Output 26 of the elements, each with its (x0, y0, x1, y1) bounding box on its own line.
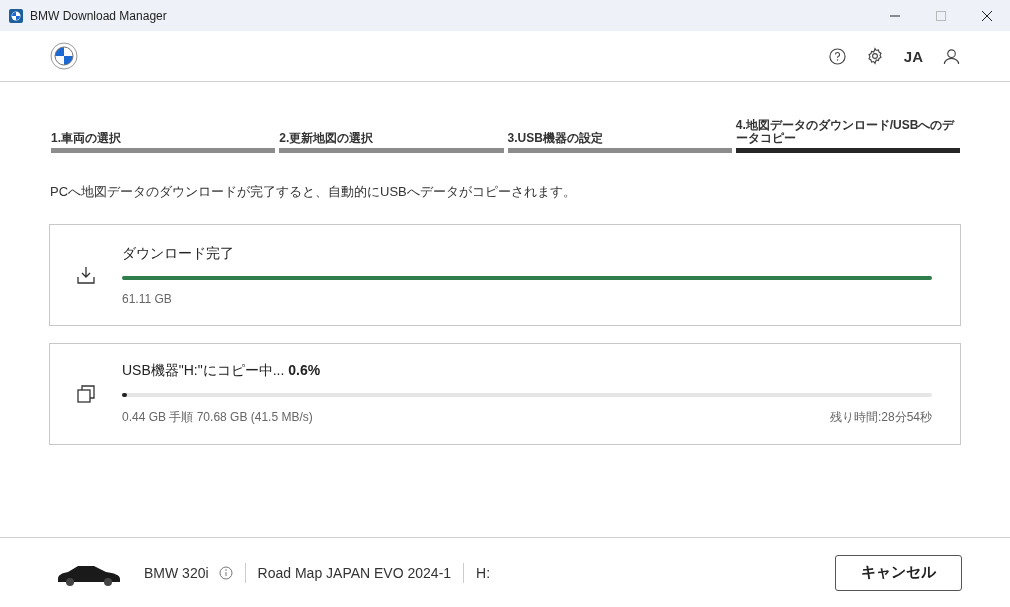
remaining-time: 残り時間:28分54秒 (829, 409, 932, 426)
window-title: BMW Download Manager (30, 8, 168, 23)
drive-letter: H: (476, 564, 491, 581)
progress-title: USB機器"H:"にコピー中... 0.6% (122, 362, 322, 380)
maximize-icon (936, 10, 946, 21)
step-tab[interactable]: 3.USB機器の設定 (507, 102, 732, 153)
info-icon[interactable] (218, 565, 233, 580)
step-tab[interactable]: 4.地図データのダウンロード/USBへのデータコピー (735, 102, 960, 153)
user-icon[interactable] (943, 47, 960, 65)
cancel-button[interactable]: キャンセル (835, 554, 962, 591)
step-tab[interactable]: 2.更新地図の選択 (279, 102, 504, 153)
close-icon (982, 10, 992, 21)
help-icon[interactable] (828, 47, 846, 65)
step-tab[interactable]: 1.車両の選択 (51, 102, 276, 153)
settings-icon[interactable] (865, 47, 884, 65)
map-name: Road Map JAPAN EVO 2024-1 (257, 564, 452, 581)
progress-detail: 0.44 GB 手順 70.68 GB (41.5 MB/s) (122, 409, 313, 426)
app-icon (9, 8, 23, 23)
download-icon (76, 265, 96, 285)
progress-title: ダウンロード完了 (122, 244, 235, 263)
progress-detail: 61.11 GB (122, 291, 172, 306)
logo-icon (50, 42, 78, 70)
vehicle-name: BMW 320i (144, 564, 209, 581)
info-message: PCへ地図データのダウンロードが完了すると、自動的にUSBへデータがコピーされます。 (50, 183, 577, 201)
language-button[interactable]: JA (903, 47, 923, 65)
copy-icon (76, 384, 96, 404)
